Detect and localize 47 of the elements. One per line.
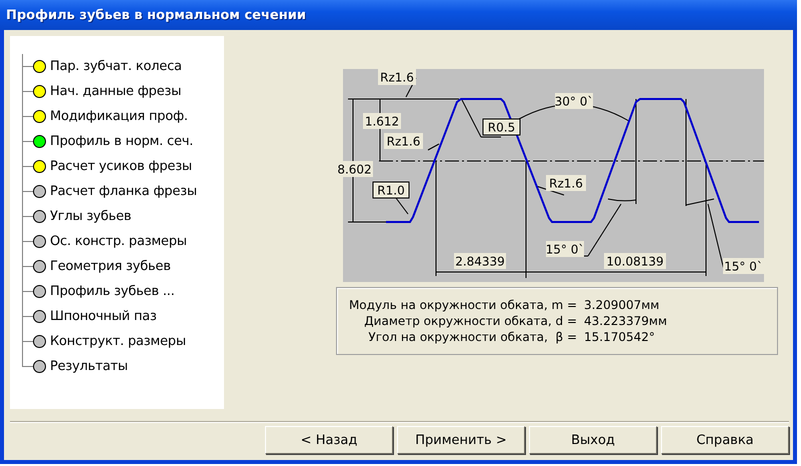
dimension-label: Rz1.6 [384,133,423,149]
result-value: 43.223379мм [584,314,667,328]
result-value: 3.209007мм [584,298,660,312]
radius-tag: R1.0 [372,182,410,198]
tree-item[interactable]: Профиль в норм. сеч. [50,134,194,149]
tree-connector-line [22,304,33,329]
window-title: Профиль зубьев в нормальном сечении [6,8,306,22]
tree-connector-line [22,104,33,129]
tree-item[interactable]: Геометрия зубьев [50,259,171,274]
tree-item[interactable]: Пар. зубчат. колеса [50,59,182,74]
tree-item[interactable]: Шпоночный паз [50,309,157,324]
radius-tag: R0.5 [482,118,520,136]
tree-item[interactable]: Расчет усиков фрезы [50,159,192,174]
tree-connector-line [22,54,33,79]
tree-item[interactable]: Нач. данные фрезы [50,84,182,99]
result-label: Угол на окружности обката, β = [367,330,577,344]
result-label: Диаметр окружности обката, d = [363,314,577,328]
dimension-label: 15° 0` [546,241,584,257]
dimension-label: 10.08139 [604,253,666,269]
dialog-button[interactable]: Выход [529,426,657,454]
tree-item[interactable]: Результаты [50,359,128,374]
result-value: 15.170542° [584,330,655,344]
dimension-label: 8.602 [336,161,373,177]
tree-item[interactable]: Ос. констр. размеры [50,234,187,249]
dimension-label: Rz1.6 [546,175,586,191]
dialog-button[interactable]: < Назад [265,426,393,454]
dimension-label: 15° 0` [723,258,764,274]
tree-item[interactable]: Расчет фланка фрезы [50,184,197,199]
tree-connector-line [22,179,33,204]
dimension-label: Rz1.6 [378,69,416,85]
tree-item[interactable]: Углы зубьев [50,209,132,224]
dimension-label: 1.612 [363,113,401,129]
tree-item[interactable]: Модификация проф. [50,109,188,124]
tree-item[interactable]: Конструкт. размеры [50,334,186,349]
tree-connector-line [22,279,33,304]
result-label: Модуль на окружности обката, m = [348,298,577,312]
tree-connector-line [22,129,33,154]
tree-connector-line [22,254,33,279]
dialog-button[interactable]: Справка [661,426,789,454]
tree-connector-line [22,154,33,179]
dialog-button[interactable]: Применить > [397,426,525,454]
tree-connector-line [22,204,33,229]
dimension-label: 2.84339 [454,253,506,269]
dimension-label: 30° 0` [554,93,594,109]
tree-connector-line [22,79,33,104]
tree-item[interactable]: Профиль зубьев ... [50,284,175,299]
tree-connector-line [22,229,33,254]
